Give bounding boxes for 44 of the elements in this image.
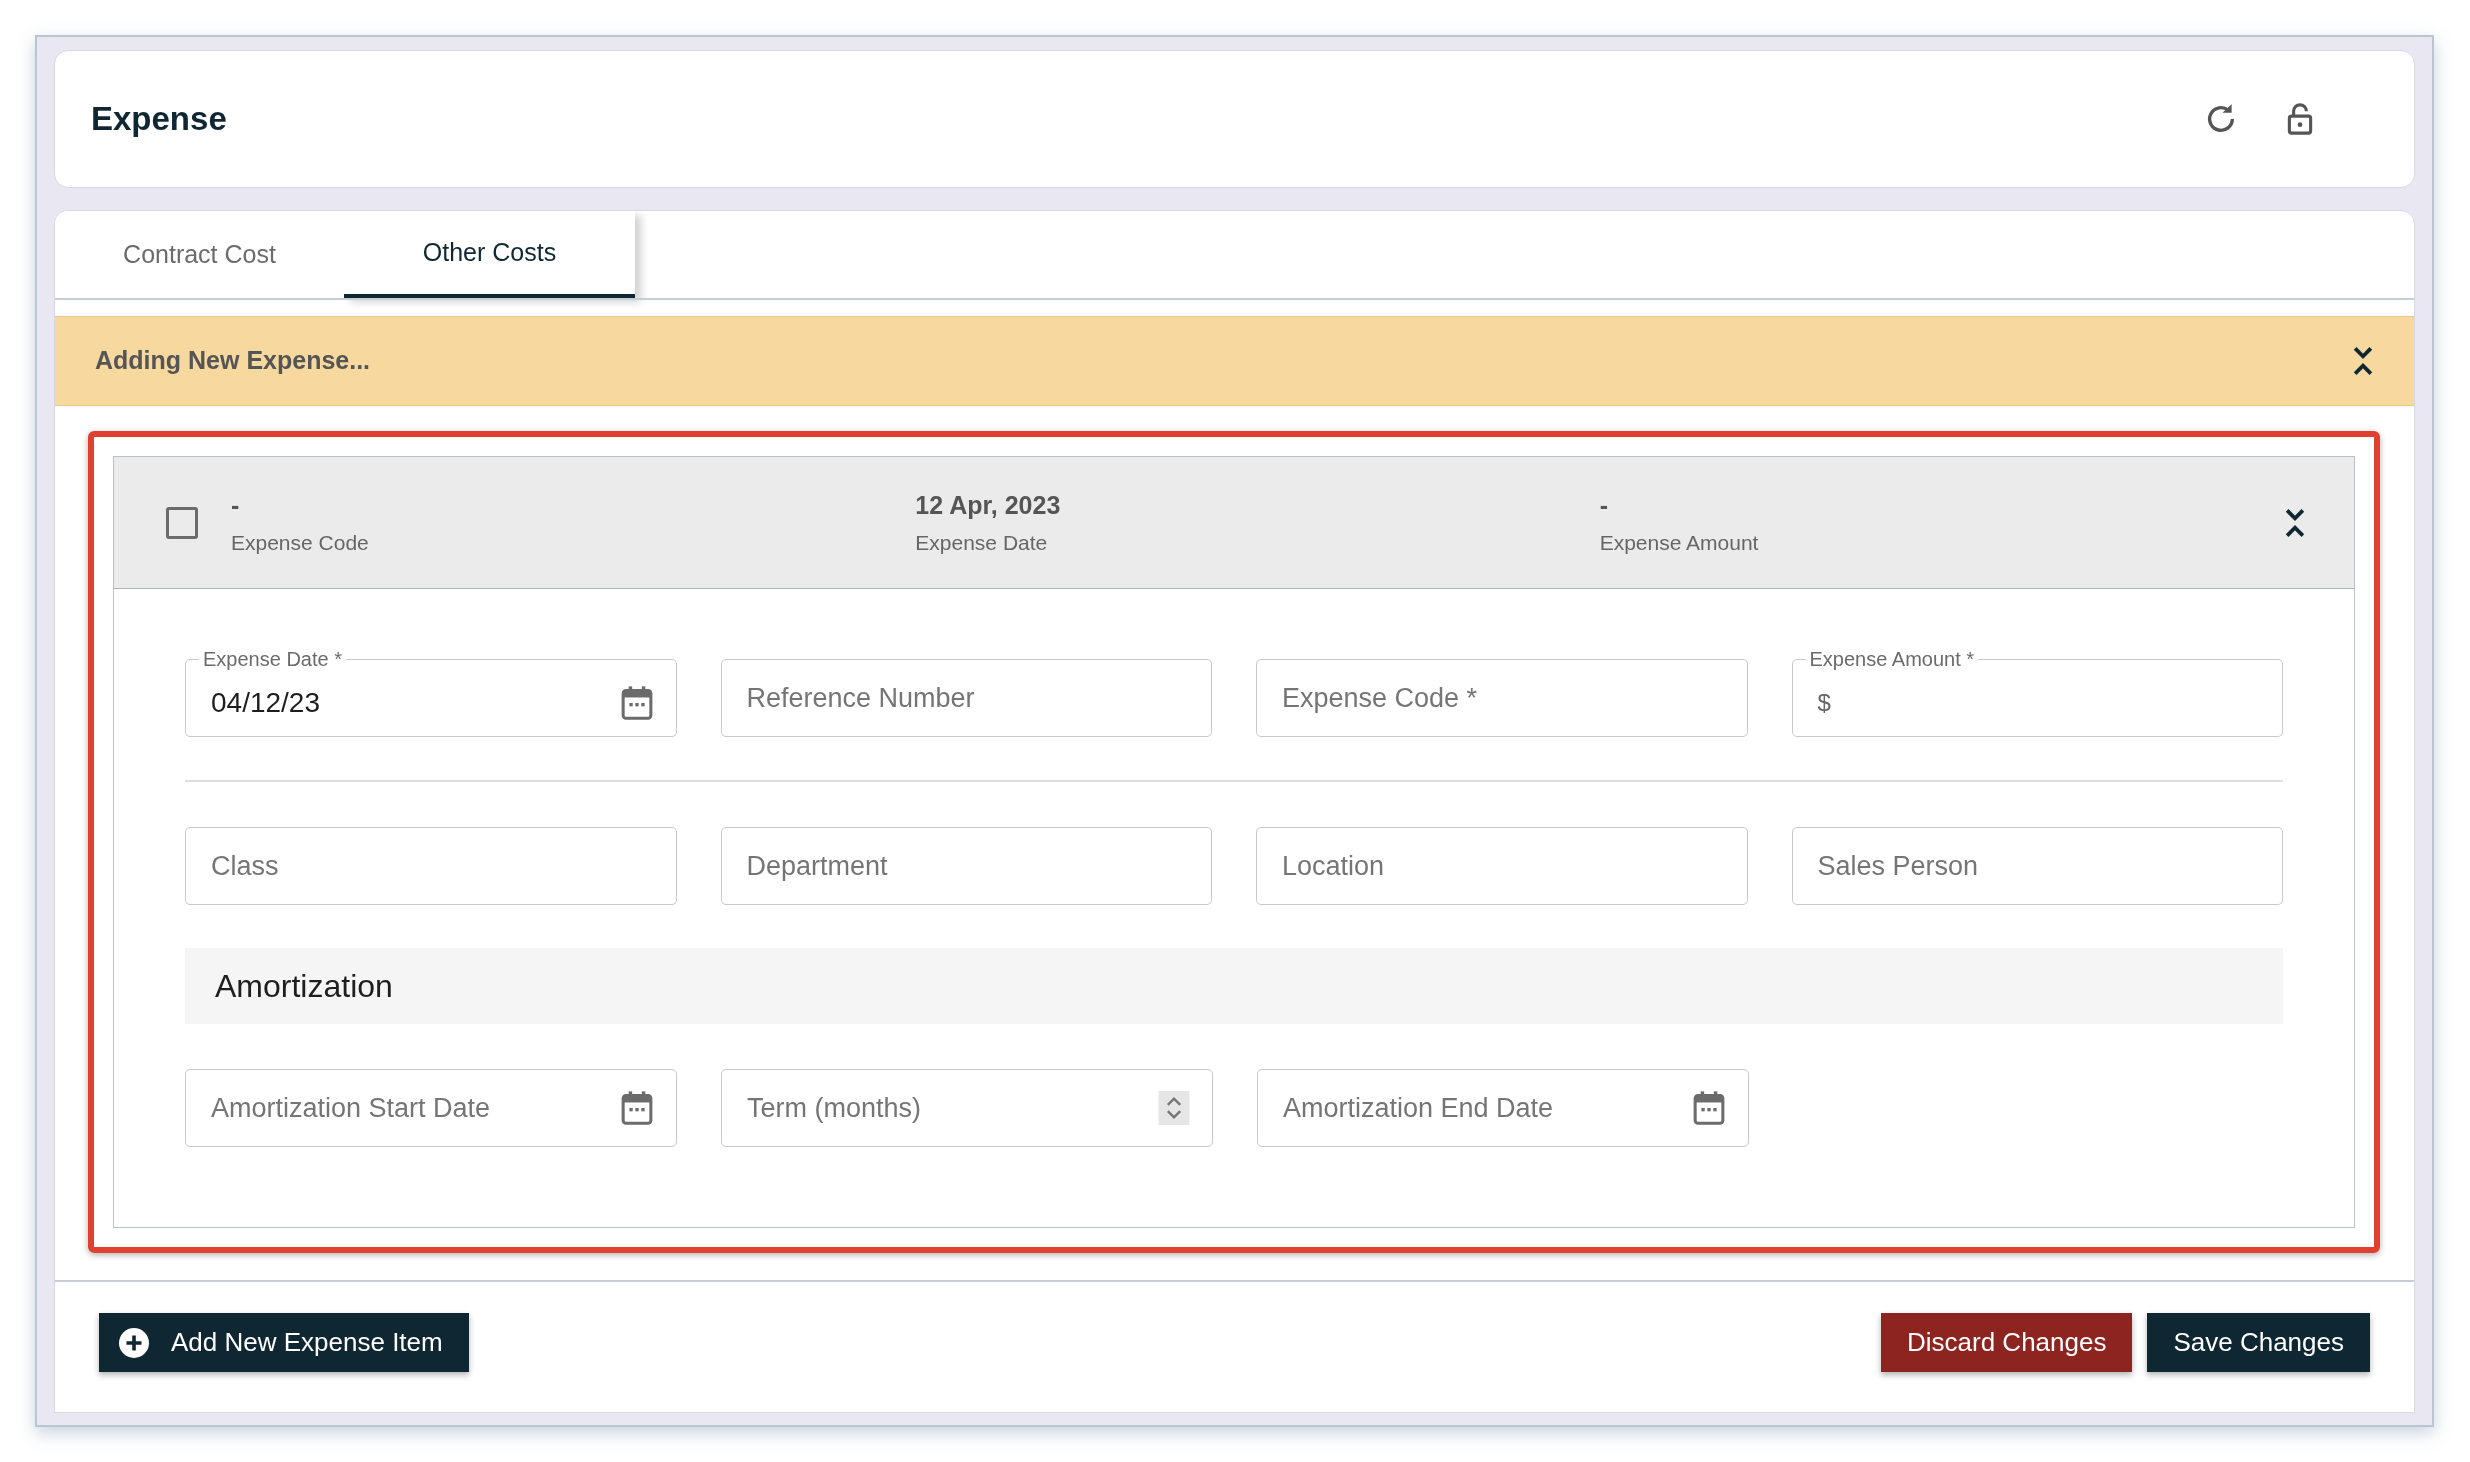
checkbox[interactable] xyxy=(166,506,198,539)
field-label: Expense Amount * xyxy=(1808,647,1976,671)
summary-label: Expense Amount xyxy=(1599,530,1760,555)
field-placeholder: Amortization Start Date xyxy=(211,1091,492,1125)
collapse-icon[interactable] xyxy=(2284,506,2306,539)
calendar-icon[interactable] xyxy=(1692,1090,1726,1126)
input-field[interactable]: Expense Code * xyxy=(1256,659,1748,737)
input-field[interactable]: Sales Person xyxy=(1791,827,2283,905)
field-label: Expense Date * xyxy=(202,647,343,671)
plus-icon xyxy=(119,1327,149,1358)
field-placeholder: Reference Number xyxy=(746,681,976,715)
discard-button[interactable]: Discard Changes xyxy=(1881,1313,2133,1372)
input-field[interactable]: Class xyxy=(185,827,677,905)
collapse-icon[interactable] xyxy=(2352,345,2374,377)
input-field[interactable]: Location xyxy=(1256,827,1748,905)
field-placeholder: Location xyxy=(1282,849,1386,883)
summary-label: Expense Date xyxy=(915,530,1049,555)
summary-value: - xyxy=(1599,490,1609,519)
field-placeholder: Term (months) xyxy=(747,1091,923,1125)
add-expense-button[interactable]: Add New Expense Item xyxy=(99,1313,469,1372)
summary-value: - xyxy=(231,490,241,519)
input-field[interactable]: Department xyxy=(720,827,1212,905)
calendar-icon[interactable] xyxy=(619,684,654,721)
field-placeholder: Department xyxy=(746,849,889,883)
input-field[interactable]: Amortization Start Date xyxy=(185,1069,677,1147)
banner-text: Adding New Expense... xyxy=(95,345,372,377)
input-field[interactable]: Amortization End Date xyxy=(1257,1069,1749,1147)
summary-label: Expense Code xyxy=(231,530,370,555)
spinner-icon[interactable] xyxy=(1158,1091,1190,1125)
field-placeholder: Expense Code * xyxy=(1282,681,1479,715)
section-title: Amortization xyxy=(215,967,393,1006)
field-value: 04/12/23 xyxy=(211,685,321,720)
calendar-icon[interactable] xyxy=(620,1090,654,1126)
tab[interactable]: Other Costs xyxy=(344,211,635,298)
summary-value: 12 Apr, 2023 xyxy=(915,490,1062,519)
field-placeholder: Sales Person xyxy=(1817,849,1980,883)
input-field[interactable]: Reference Number xyxy=(720,659,1212,737)
page-title: Expense xyxy=(91,99,228,140)
field-placeholder: Amortization End Date xyxy=(1283,1091,1555,1125)
save-button[interactable]: Save Changes xyxy=(2147,1313,2370,1372)
input-field[interactable]: Term (months) xyxy=(721,1069,1213,1147)
field-value: $ xyxy=(1817,687,1832,718)
field-placeholder: Class xyxy=(211,849,280,883)
lock-icon[interactable] xyxy=(2286,102,2314,136)
